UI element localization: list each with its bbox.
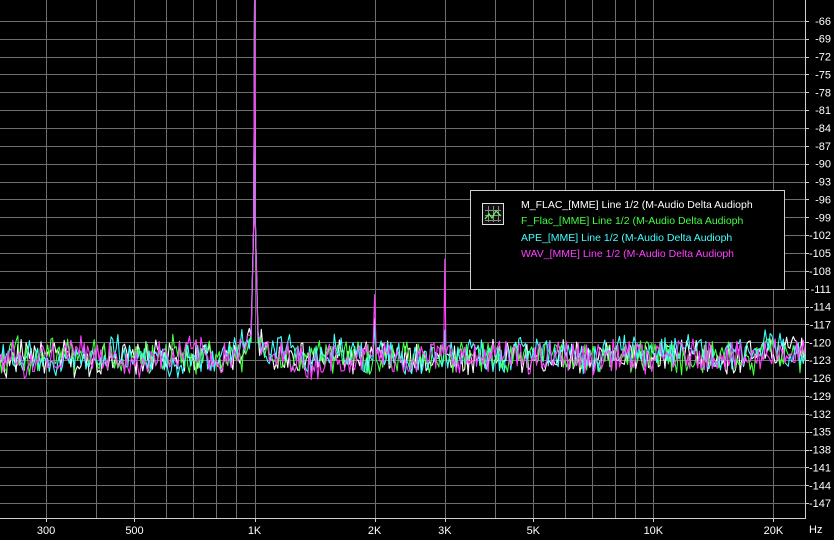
y-tick-label: -132 <box>809 409 831 421</box>
y-tick-label: -69 <box>815 34 831 46</box>
y-tick-label: -96 <box>815 194 831 206</box>
x-tick-label: 3K <box>438 525 452 537</box>
x-tick-label: 1K <box>248 525 262 537</box>
x-tick-label: 500 <box>125 525 143 537</box>
legend-entry-f-flac: F_Flac_[MME] Line 1/2 (M-Audio Delta Aud… <box>521 215 744 227</box>
x-axis-unit: Hz <box>809 524 822 536</box>
x-tick-label: 2K <box>368 525 382 537</box>
y-tick-label: -72 <box>815 52 831 64</box>
x-tick-label: 300 <box>37 525 55 537</box>
y-tick-label: -99 <box>815 212 831 224</box>
x-tick-label: 10K <box>644 525 664 537</box>
y-tick-label: -81 <box>815 105 831 117</box>
legend-grid-icon[interactable] <box>482 203 504 225</box>
y-tick-label: -129 <box>809 391 831 403</box>
y-tick-label: -147 <box>809 498 831 510</box>
y-tick-label: -108 <box>809 266 831 278</box>
y-tick-label: -84 <box>815 123 831 135</box>
legend-entry-m-flac: M_FLAC_[MME] Line 1/2 (M-Audio Delta Aud… <box>521 199 753 211</box>
y-tick-label: -117 <box>810 319 831 331</box>
y-tick-label: -126 <box>809 373 831 385</box>
legend[interactable]: M_FLAC_[MME] Line 1/2 (M-Audio Delta Aud… <box>470 190 785 290</box>
y-tick-label: -87 <box>815 141 831 153</box>
y-tick-label: -93 <box>815 177 831 189</box>
y-tick-label: -114 <box>810 302 831 314</box>
y-tick-label: -123 <box>809 355 831 367</box>
y-tick-label: -144 <box>809 480 831 492</box>
y-tick-label: -75 <box>815 69 831 81</box>
y-tick-label: -138 <box>809 445 831 457</box>
y-tick-label: -78 <box>815 87 831 99</box>
legend-entry-ape: APE_[MME] Line 1/2 (M-Audio Delta Audiop… <box>521 232 732 244</box>
legend-entry-wav: WAV_[MME] Line 1/2 (M-Audio Delta Audiop… <box>521 248 734 260</box>
spectrum-chart: -66 -69 -72 -75 -78 -81 -84 -87 -90 -93 -96 -99 -102… <box>0 0 834 540</box>
x-tick-label: 20K <box>764 525 784 537</box>
x-tick-label: 5K <box>527 525 541 537</box>
y-tick-label: -135 <box>809 427 831 439</box>
y-tick-label: -120 <box>809 337 831 349</box>
y-tick-label: -111 <box>811 284 831 296</box>
y-tick-label: -141 <box>809 462 831 474</box>
y-tick-label: -102 <box>809 230 831 242</box>
y-tick-label: -90 <box>815 159 831 171</box>
y-tick-label: -105 <box>809 248 831 260</box>
y-tick-label: -66 <box>815 16 831 28</box>
